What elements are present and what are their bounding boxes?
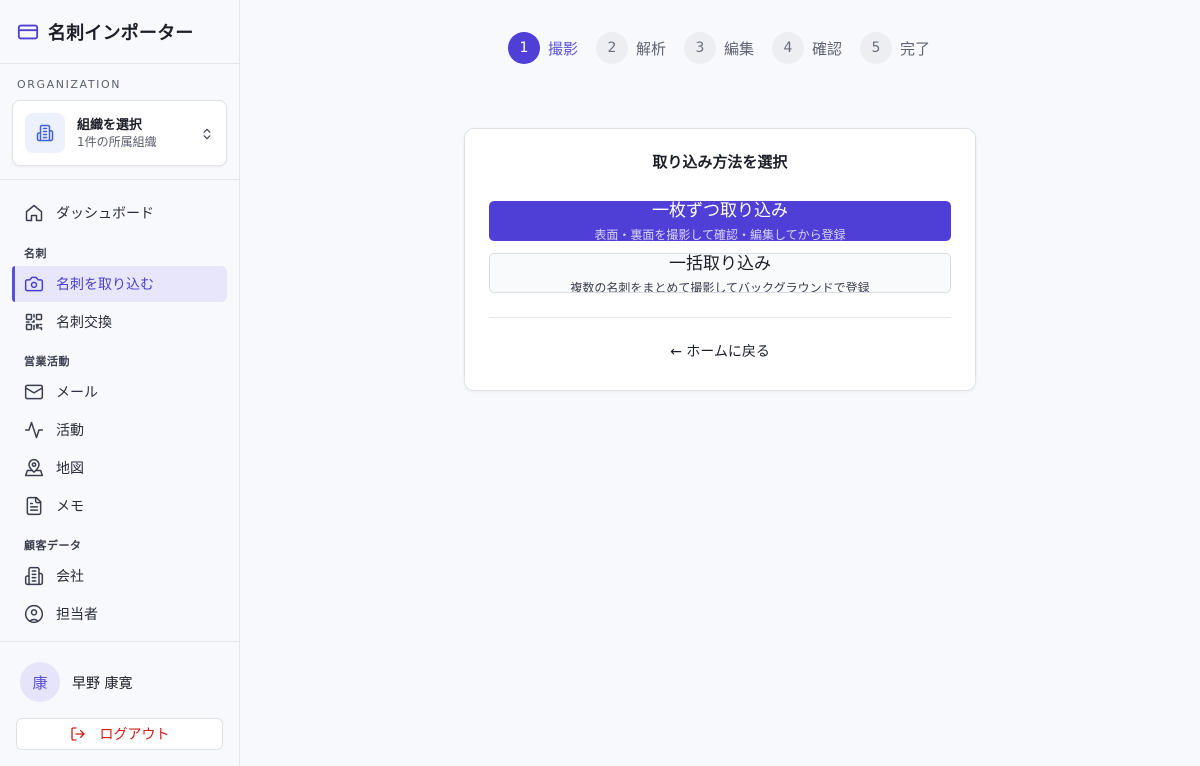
sidebar-item-company[interactable]: 会社 [12,558,227,594]
avatar: 康 [20,662,60,702]
sidebar-item-dashboard[interactable]: ダッシュボード [12,195,227,231]
mail-icon [24,384,44,400]
building-icon [24,566,44,586]
step-number: 3 [684,32,716,64]
sidebar-item-memo[interactable]: メモ [12,488,227,524]
step-number: 2 [596,32,628,64]
nav-section-customer: 顧客データ [24,539,82,552]
sidebar-item-mail[interactable]: メール [12,374,227,410]
single-import-button[interactable]: 一枚ずつ取り込み 表面・裏面を撮影して確認・編集してから登録 [489,201,951,241]
step-label: 解析 [636,39,667,58]
step-2: 2 解析 [596,32,666,64]
sidebar-item-label: メモ [56,499,84,515]
divider [489,317,951,318]
camera-icon [24,276,44,292]
step-label: 完了 [900,39,931,58]
home-icon [25,204,43,222]
sidebar-item-contact[interactable]: 担当者 [12,596,227,632]
bulk-import-title: 一括取り込み [669,254,771,274]
bulk-import-button[interactable]: 一括取り込み 複数の名刺をまとめて撮影してバックグラウンドで登録 [489,253,951,293]
sidebar: 名刺インポーター ORGANIZATION 組織を選択 1件の所属組織 ダッシュ… [0,0,240,766]
bulk-import-description: 複数の名刺をまとめて撮影してバックグラウンドで登録 [570,281,870,293]
org-icon-box [25,113,65,153]
org-section-label: ORGANIZATION [17,78,122,91]
step-4: 4 確認 [772,32,842,64]
divider [0,179,239,180]
sidebar-item-activity[interactable]: 活動 [12,412,227,448]
qr-code-icon [25,313,43,331]
sidebar-item-label: 会社 [56,569,84,585]
single-import-description: 表面・裏面を撮影して確認・編集してから登録 [594,228,846,241]
sidebar-item-import[interactable]: 名刺を取り込む [12,266,227,302]
sidebar-item-label: 地図 [56,461,84,477]
org-title: 組織を選択 [77,117,143,133]
sidebar-item-label: 名刺を取り込む [56,277,154,293]
step-1: 1 撮影 [508,32,578,64]
back-home-link[interactable]: ← ホームに戻る [465,341,975,361]
import-method-card: 取り込み方法を選択 一枚ずつ取り込み 表面・裏面を撮影して確認・編集してから登録… [464,128,976,391]
sidebar-item-label: 名刺交換 [56,315,112,331]
brand: 名刺インポーター [0,0,239,64]
divider [0,641,239,642]
logout-button[interactable]: ログアウト [16,718,223,750]
activity-icon [24,421,44,439]
step-3: 3 編集 [684,32,754,64]
logout-icon [70,727,85,741]
user-name: 早野 康寛 [72,676,133,692]
step-number: 4 [772,32,804,64]
step-label: 撮影 [548,39,579,58]
sidebar-item-label: 活動 [56,423,84,439]
nav-section-sales: 営業活動 [24,355,70,368]
sidebar-item-exchange[interactable]: 名刺交換 [12,304,227,340]
chevron-up-down-icon [203,128,211,140]
step-number: 5 [860,32,892,64]
app-title: 名刺インポーター [48,22,194,44]
org-subtitle: 1件の所属組織 [77,134,157,149]
step-label: 確認 [812,39,843,58]
building-icon [36,124,54,142]
card-icon [17,24,39,39]
card-title: 取り込み方法を選択 [652,153,788,171]
sidebar-item-label: 担当者 [56,607,98,623]
file-text-icon [26,496,42,516]
org-selector[interactable]: 組織を選択 1件の所属組織 [12,100,227,166]
sidebar-item-label: ダッシュボード [56,206,154,222]
step-label: 編集 [724,39,755,58]
nav-section-meishi: 名刺 [24,247,47,260]
map-pin-icon [24,458,44,477]
user-circle-icon [24,604,44,624]
sidebar-item-map[interactable]: 地図 [12,450,227,486]
step-number: 1 [508,32,540,64]
logout-label: ログアウト [99,727,170,743]
step-5: 5 完了 [860,32,930,64]
single-import-title: 一枚ずつ取り込み [652,201,788,221]
sidebar-item-label: メール [56,385,98,401]
